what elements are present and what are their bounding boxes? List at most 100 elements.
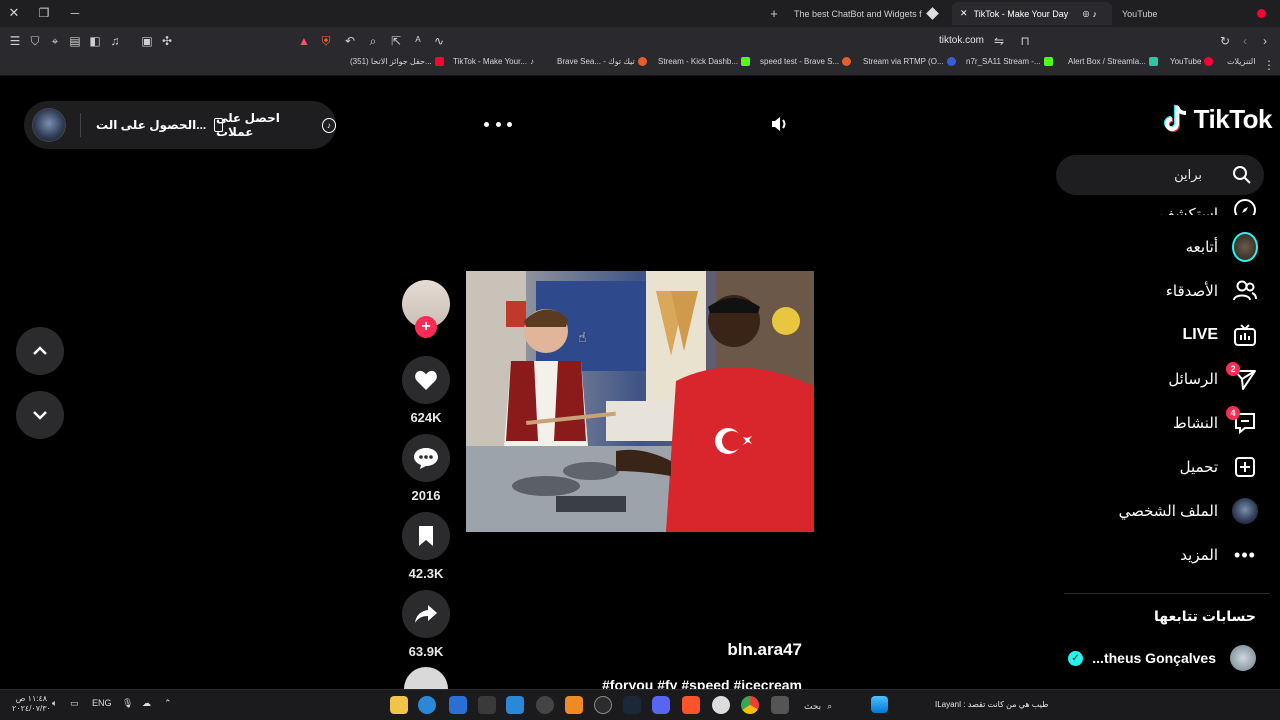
search-input[interactable]: براين — [1174, 167, 1202, 183]
search-icon[interactable] — [1232, 165, 1252, 185]
bookmark-item[interactable]: TikTok - Make Your... ♪ — [453, 57, 534, 66]
cursor-icon: ☝ — [578, 329, 587, 345]
chrome-icon[interactable] — [741, 696, 759, 714]
music-disc[interactable] — [404, 667, 448, 689]
extensions-icon[interactable]: ✣ — [159, 33, 175, 49]
more-options-button[interactable] — [484, 113, 512, 135]
show-hidden-icons[interactable]: ⌃ — [164, 698, 172, 709]
close-window-icon[interactable]: ✕ — [6, 5, 22, 21]
dot — [495, 121, 501, 127]
bookmark-item[interactable]: Brave Sea... - تيك توك — [557, 57, 647, 66]
nav-upload[interactable]: تحميل — [1180, 452, 1258, 482]
minimize-window-icon[interactable]: ─ — [67, 5, 83, 21]
language-indicator[interactable]: ENG — [92, 698, 112, 708]
nav-more[interactable]: المزيد ••• — [1180, 540, 1258, 570]
shield-app-icon[interactable] — [449, 696, 467, 714]
windows-start-icon[interactable] — [871, 696, 888, 713]
get-coins-button[interactable]: احصل على عملات ♪ — [216, 111, 336, 139]
previous-video-button[interactable] — [16, 327, 64, 375]
coin-icon: ♪ — [321, 117, 336, 133]
like-button[interactable] — [402, 356, 450, 404]
tab-chatbot[interactable]: The best ChatBot and Widgets for Ki — [786, 2, 946, 25]
steam-icon[interactable] — [623, 696, 641, 714]
restore-window-icon[interactable]: ❐ — [36, 5, 52, 21]
comment-button[interactable] — [402, 434, 450, 482]
reload-icon[interactable]: ↻ — [1217, 33, 1233, 49]
bookmark-item[interactable]: Stream via RTMP (O... — [863, 57, 956, 66]
following-accounts-title: حسابات تتابعها — [1154, 608, 1256, 624]
volume-icon[interactable] — [770, 113, 794, 135]
file-explorer-icon[interactable] — [390, 696, 408, 714]
nav-activity[interactable]: النشاط 4 — [1173, 406, 1258, 438]
next-video-button[interactable] — [16, 391, 64, 439]
telegram-desktop-icon[interactable] — [506, 696, 524, 714]
screenshot-icon[interactable]: ▣ — [139, 33, 155, 49]
discord-icon[interactable] — [652, 696, 670, 714]
streamlabs-icon[interactable] — [565, 696, 583, 714]
bookmarks-overflow-icon[interactable]: ⋮ — [1261, 57, 1277, 73]
bookmark-icon[interactable]: ⊓ — [1017, 33, 1033, 49]
nav-friends[interactable]: الأصدقاء — [1166, 276, 1258, 306]
volume-tray-icon[interactable]: 🔈︎ — [52, 698, 57, 709]
mute-tab-icon[interactable]: ◎ — [1083, 9, 1090, 18]
chevron-down-icon — [33, 411, 47, 420]
nav-messages[interactable]: الرسائل 2 — [1168, 362, 1258, 394]
sidebar-icon[interactable]: ◧ — [87, 33, 103, 49]
browser-toolbar: ☰ ⛉ ⌖ ▤ ◧ ♫ ▣ ✣ ▲ ⛨ ↶ ⌕ ⇱ ᴬ ∿ tiktok.com… — [0, 27, 1280, 54]
obs-icon[interactable] — [536, 696, 554, 714]
new-tab-icon[interactable]: + — [766, 5, 782, 21]
get-app-button[interactable]: الحصول على الت... — [96, 115, 224, 135]
media-app-icon[interactable] — [478, 696, 496, 714]
task-view-icon[interactable] — [771, 696, 789, 714]
save-count: 42.3K — [408, 566, 444, 581]
tab-tiktok[interactable]: ✕ TikTok - Make Your Day ◎ ♪ — [952, 2, 1112, 25]
upload-icon — [1232, 454, 1258, 480]
bookmark-item[interactable]: n7r_SA11 Stream -... — [966, 57, 1053, 66]
microphone-tray-icon[interactable]: 🎙︎ — [122, 698, 133, 709]
nav-live[interactable]: LIVE — [1182, 320, 1258, 350]
tiktok-logo[interactable]: TikTok — [1162, 102, 1273, 136]
clock[interactable]: ١١:٤٨ ص ٢٠٢٤/٠٧/٣٠ — [12, 694, 51, 714]
menu-icon[interactable]: ☰ — [7, 33, 23, 49]
settings-app-icon[interactable] — [712, 696, 730, 714]
wallet-icon[interactable]: ▤ — [67, 33, 83, 49]
shield-icon[interactable]: ⛉ — [27, 33, 43, 49]
bookmark-item[interactable]: Alert Box / Streamla... — [1068, 57, 1158, 66]
share-button[interactable] — [402, 590, 450, 638]
messages-icon: 2 — [1226, 362, 1258, 392]
rewards-icon[interactable]: ⌖ — [47, 33, 63, 49]
bookmark-item[interactable]: التنزيلات — [1227, 57, 1255, 66]
nav-profile[interactable]: الملف الشخصي — [1119, 496, 1258, 526]
telegram-icon[interactable] — [418, 696, 436, 714]
nav-explore[interactable]: استكشف — [1160, 189, 1258, 215]
app-icon[interactable] — [594, 696, 612, 714]
nav-following[interactable]: أتابعه — [1186, 232, 1258, 262]
video-caption[interactable]: #foryou #fy #speed #icecream — [560, 677, 802, 689]
tab-youtube[interactable]: YouTube — [1114, 2, 1274, 25]
site-settings-icon[interactable]: ⇋ — [991, 33, 1007, 49]
video-author[interactable]: bln.ara47 — [600, 640, 802, 660]
tab-favicon-icon — [926, 7, 939, 20]
music-icon[interactable]: ♫ — [107, 33, 123, 49]
bookmark-item[interactable]: YouTube — [1170, 57, 1214, 66]
network-tray-icon[interactable]: ▭ — [70, 698, 79, 709]
bookmark-item[interactable]: speed test - Brave S... — [760, 57, 852, 66]
forward-icon[interactable]: › — [1257, 33, 1273, 49]
back-icon[interactable]: ‹ — [1237, 33, 1253, 49]
bookmark-item[interactable]: Stream - Kick Dashb... — [658, 57, 751, 66]
follow-plus-button[interactable]: + — [415, 316, 437, 338]
avatar[interactable] — [32, 108, 66, 142]
video-player[interactable]: ☝ — [466, 271, 814, 532]
bookmark-label: Alert Box / Streamla... — [1068, 57, 1146, 66]
plus-icon: + — [421, 318, 431, 335]
following-account-item[interactable]: ✓ ...theus Gonçalves — [1068, 644, 1256, 672]
brave-icon[interactable] — [682, 696, 700, 714]
nav-label: الملف الشخصي — [1118, 503, 1218, 520]
onedrive-tray-icon[interactable]: ☁︎ — [142, 698, 151, 709]
bookmark-item[interactable]: (351) حقل جوائز الاتحا... — [350, 57, 444, 66]
time: ١١:٤٨ ص — [15, 694, 48, 703]
address-bar[interactable]: tiktok.com — [300, 31, 1000, 50]
taskbar-search[interactable]: بحث ⌕ — [804, 698, 832, 714]
close-tab-icon[interactable]: ✕ — [960, 8, 968, 19]
save-button[interactable] — [402, 512, 450, 560]
